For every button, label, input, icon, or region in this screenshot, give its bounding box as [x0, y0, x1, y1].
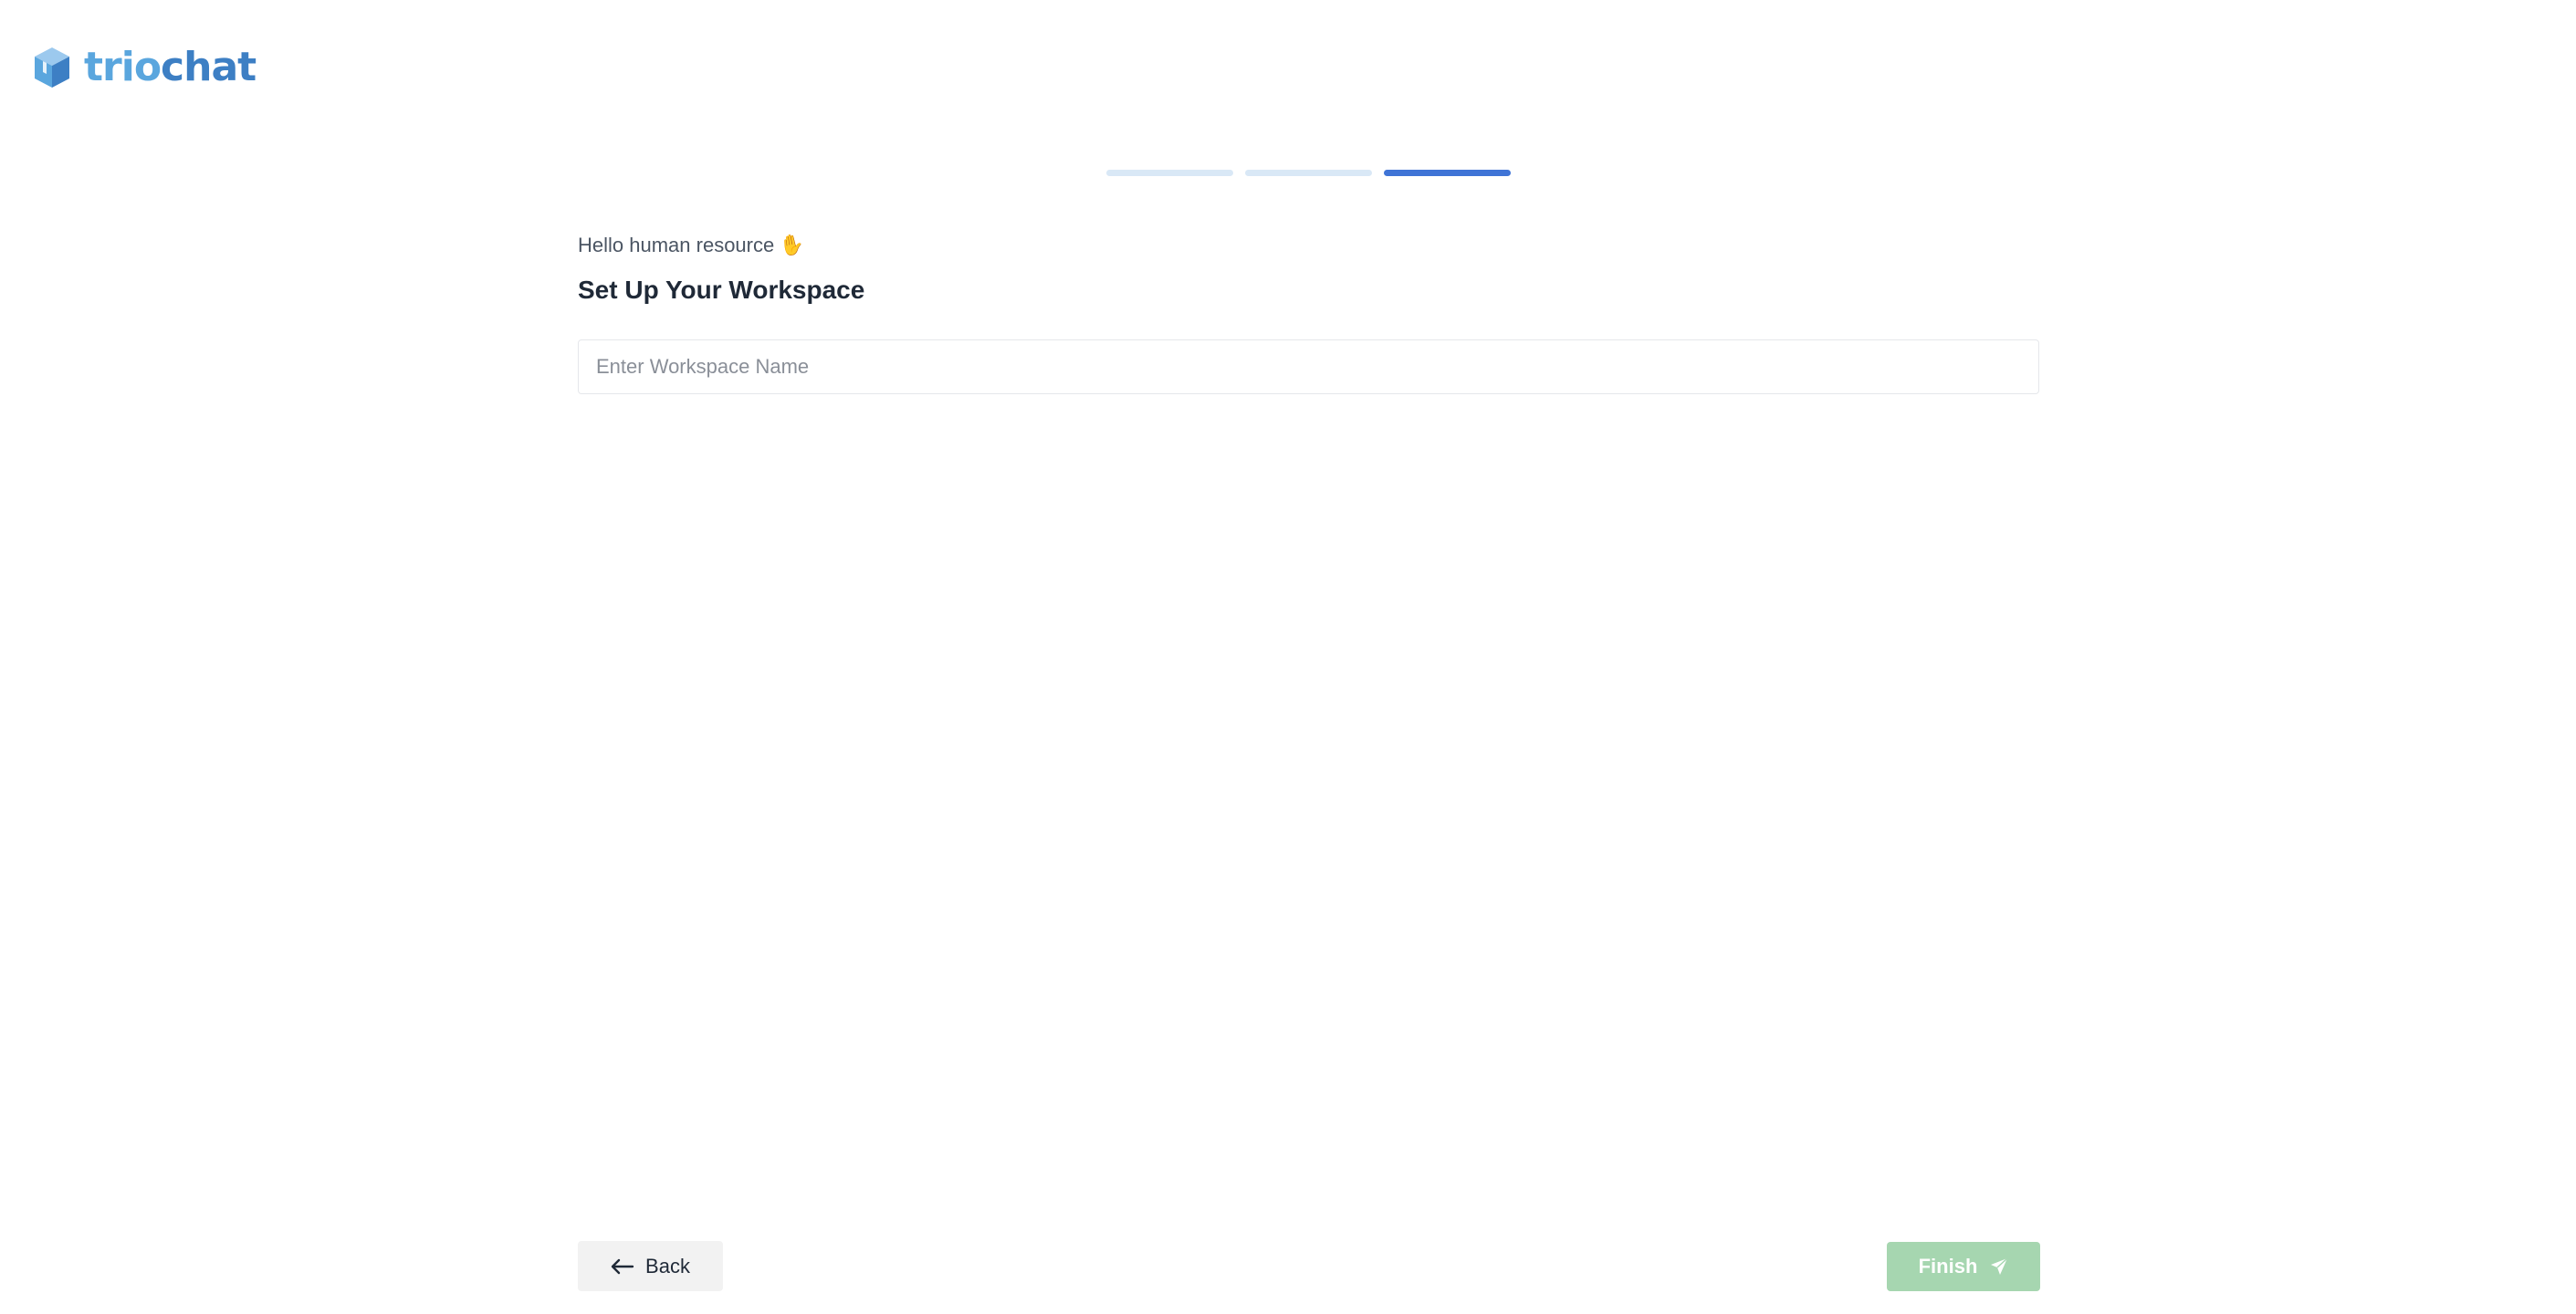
finish-button-label: Finish [1918, 1255, 1978, 1278]
progress-step-1 [1106, 170, 1233, 176]
greeting-text: Hello human resource [578, 234, 775, 256]
waving-hand-icon: ✋ [778, 231, 807, 259]
cube-logo-icon [35, 47, 69, 88]
progress-step-3 [1384, 170, 1511, 176]
workspace-name-input[interactable] [579, 340, 2038, 393]
arrow-left-icon [611, 1258, 634, 1275]
workspace-name-field [578, 339, 2039, 394]
logo-text-part1: trio [84, 44, 162, 90]
main-content: Hello human resource ✋ Set Up Your Works… [578, 230, 2039, 394]
finish-button[interactable]: Finish [1887, 1242, 2040, 1291]
setup-page: triochat Hello human resource ✋ Set Up Y… [0, 0, 2576, 1314]
logo-wordmark: triochat [84, 44, 257, 90]
back-button-label: Back [645, 1254, 690, 1278]
progress-step-2 [1245, 170, 1372, 176]
send-icon [1990, 1257, 2008, 1276]
greeting: Hello human resource ✋ [578, 230, 2039, 261]
progress-steps [1106, 170, 1511, 176]
back-button[interactable]: Back [578, 1241, 723, 1291]
logo-text-part2: chat [161, 44, 257, 90]
page-title: Set Up Your Workspace [578, 276, 865, 304]
logo[interactable]: triochat [33, 44, 257, 90]
